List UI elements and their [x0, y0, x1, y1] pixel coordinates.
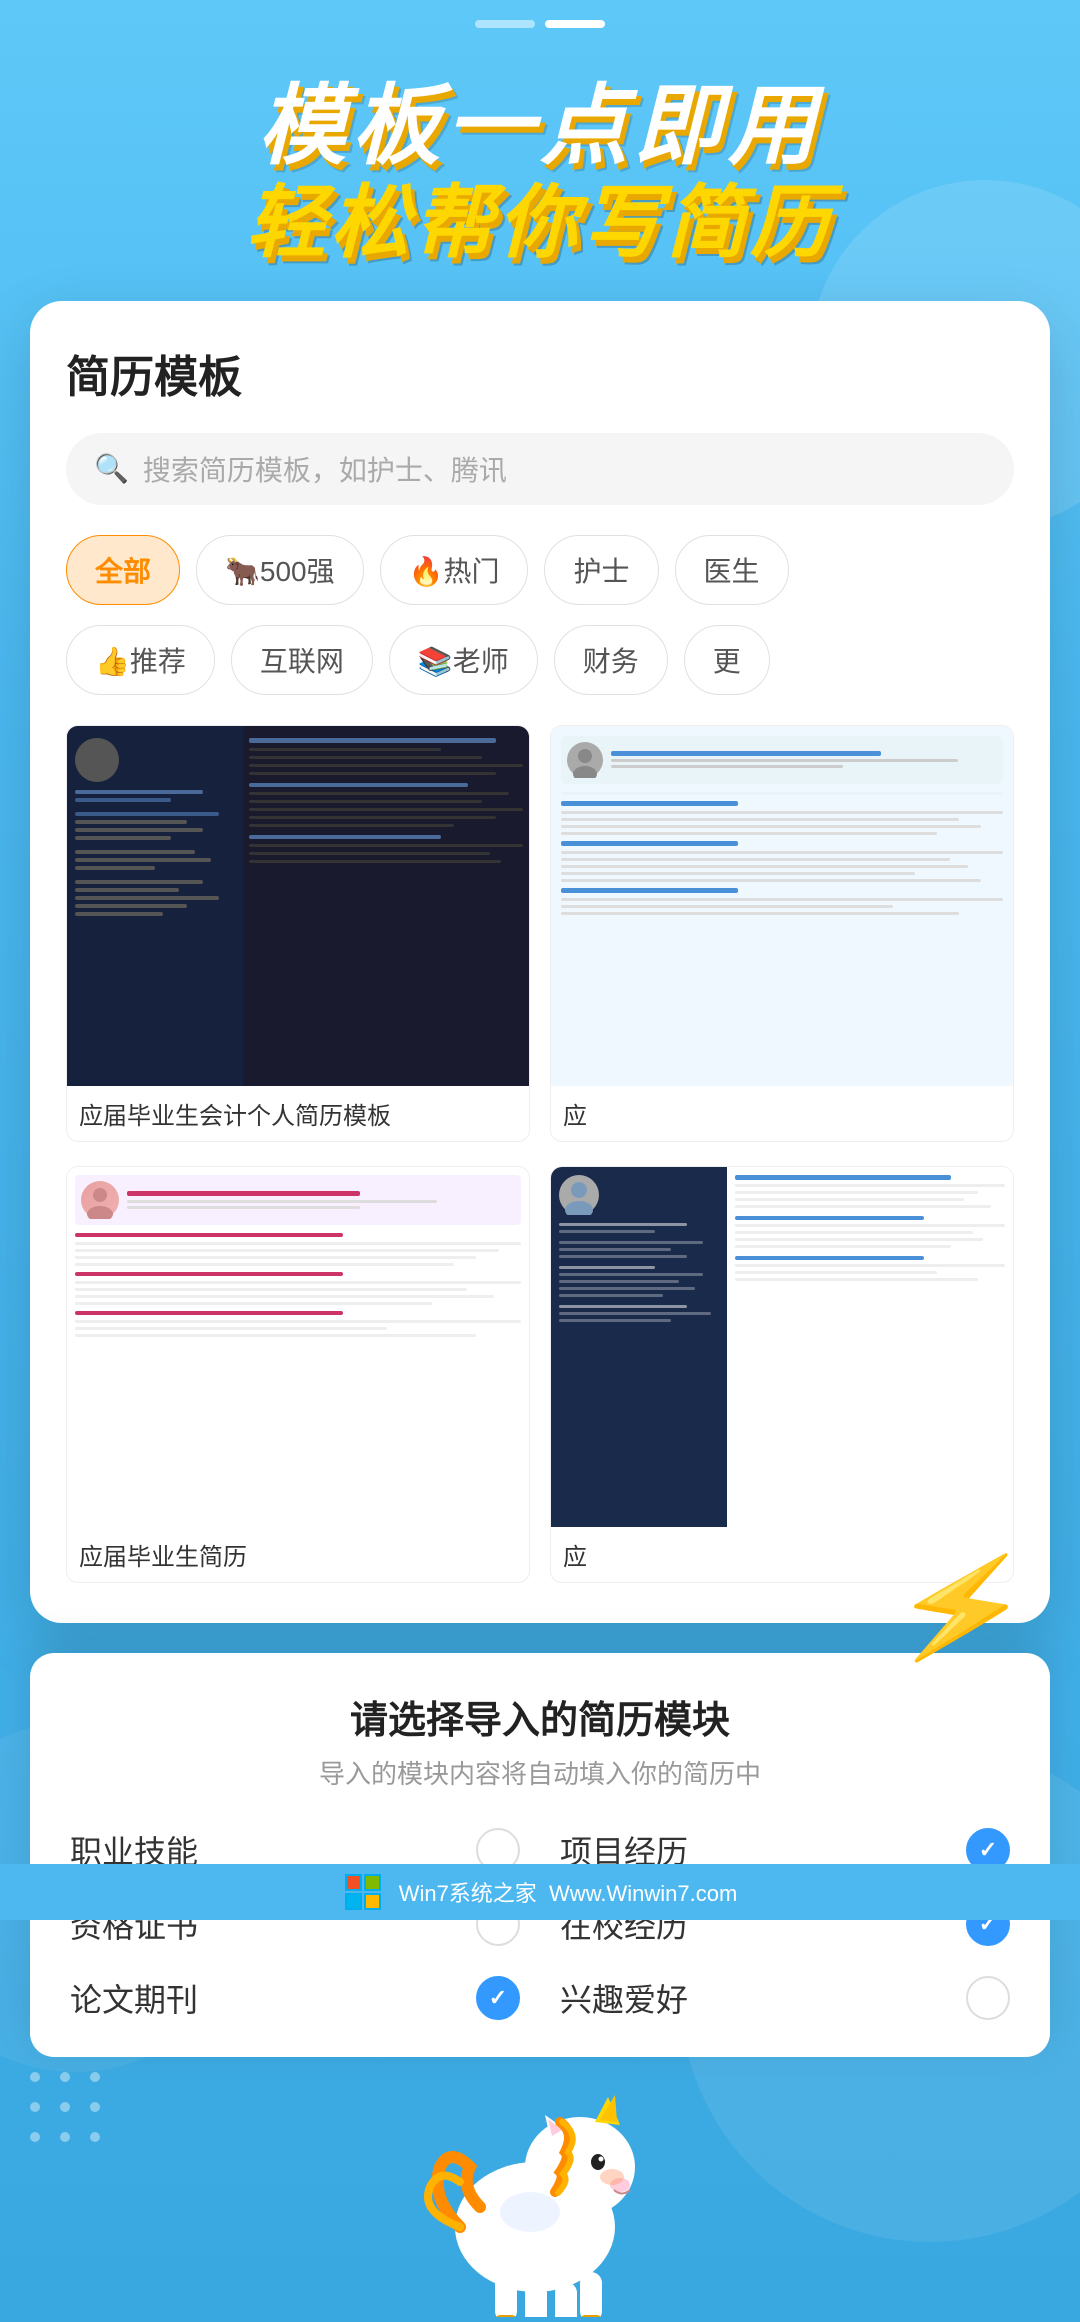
- search-placeholder: 搜索简历模板，如护士、腾讯: [143, 449, 507, 489]
- module-grid: 职业技能 项目经历 资格证书 在校经历 论文期刊: [70, 1827, 1010, 2021]
- template-preview-1: [67, 726, 529, 1086]
- template-name-3: 应届毕业生简历: [67, 1527, 529, 1582]
- t1-content: [243, 726, 529, 1086]
- module-label-hobby: 兴趣爱好: [560, 1975, 688, 2021]
- category-tabs-row2: 👍推荐 互联网 📚老师 财务 更: [66, 625, 1014, 695]
- t2-section2: [561, 841, 738, 846]
- t3-header: [75, 1175, 521, 1225]
- template-name-2: 应: [551, 1086, 1013, 1141]
- t2-section1: [561, 801, 738, 806]
- page-wrapper: 模板一点即用 轻松帮你写简历 简历模板 🔍 搜索简历模板，如护士、腾讯 全部 🐂…: [0, 0, 1080, 2322]
- category-tab-teacher[interactable]: 📚老师: [389, 625, 538, 695]
- t2-avatar: [567, 742, 603, 778]
- templates-grid-row1: 应届毕业生会计个人简历模板: [66, 725, 1014, 1142]
- template-card-1[interactable]: 应届毕业生会计个人简历模板: [66, 725, 530, 1142]
- category-tabs-row1: 全部 🐂500强 🔥热门 护士 医生: [66, 535, 1014, 605]
- header-title-line2: 轻松帮你写简历: [0, 175, 1080, 271]
- module-overlay-subtitle: 导入的模块内容将自动填入你的简历中: [70, 1754, 1010, 1791]
- card-title: 简历模板: [66, 341, 1014, 405]
- t4-avatar: [559, 1175, 599, 1215]
- category-tab-hot[interactable]: 🔥热门: [380, 535, 529, 605]
- category-tab-doctor[interactable]: 医生: [675, 535, 789, 605]
- watermark-text: Win7系统之家 Www.Winwin7.com: [399, 1876, 738, 1908]
- t1-avatar: [75, 738, 119, 782]
- template-preview-4: [551, 1167, 1013, 1527]
- template-card-3[interactable]: 应届毕业生简历: [66, 1166, 530, 1583]
- watermark-bar: Win7系统之家 Www.Winwin7.com: [0, 1864, 1080, 1920]
- category-tab-internet[interactable]: 互联网: [231, 625, 373, 695]
- template-preview-3: [67, 1167, 529, 1527]
- search-icon: 🔍: [94, 452, 129, 485]
- t2-divider: [561, 792, 1003, 795]
- win-icon: [343, 1872, 383, 1912]
- module-checkbox-paper[interactable]: [476, 1976, 520, 2020]
- template-card-4[interactable]: 应: [550, 1166, 1014, 1583]
- module-checkbox-hobby[interactable]: [966, 1976, 1010, 2020]
- header-title-line1: 模板一点即用: [0, 78, 1080, 175]
- lightning-icon: ⚡: [883, 1532, 1040, 1683]
- header-section: 模板一点即用 轻松帮你写简历: [0, 18, 1080, 301]
- category-tab-500[interactable]: 🐂500强: [196, 535, 364, 605]
- t1-sidebar: [67, 726, 243, 1086]
- overlay-wrapper: ⚡ 请选择导入的简历模块 导入的模块内容将自动填入你的简历中 职业技能 项目经历…: [0, 1653, 1080, 2057]
- templates-grid-row2: 应届毕业生简历: [66, 1166, 1014, 1583]
- module-overlay-title: 请选择导入的简历模块: [70, 1689, 1010, 1744]
- template-card-2[interactable]: 应: [550, 725, 1014, 1142]
- template-name-1: 应届毕业生会计个人简历模板: [67, 1086, 529, 1141]
- search-bar[interactable]: 🔍 搜索简历模板，如护士、腾讯: [66, 433, 1014, 505]
- t2-section3: [561, 888, 738, 893]
- module-item-hobby: 兴趣爱好: [560, 1975, 1010, 2021]
- t4-content: [727, 1167, 1013, 1527]
- module-item-paper: 论文期刊: [70, 1975, 520, 2021]
- module-label-paper: 论文期刊: [70, 1975, 198, 2021]
- module-overlay: 请选择导入的简历模块 导入的模块内容将自动填入你的简历中 职业技能 项目经历 资…: [30, 1653, 1050, 2057]
- t3-avatar: [81, 1181, 119, 1219]
- t2-header: [561, 736, 1003, 784]
- category-tab-recommend[interactable]: 👍推荐: [66, 625, 215, 695]
- t4-sidebar: [551, 1167, 727, 1527]
- category-tab-more[interactable]: 更: [684, 625, 770, 695]
- t2-header-text: [611, 751, 997, 768]
- category-tab-nurse[interactable]: 护士: [544, 535, 658, 605]
- category-tab-all[interactable]: 全部: [66, 535, 180, 605]
- unicorn-container: [0, 2037, 1080, 2322]
- category-tab-finance[interactable]: 财务: [554, 625, 668, 695]
- unicorn-figure: [380, 2037, 700, 2317]
- template-preview-2: [551, 726, 1013, 1086]
- main-card: 简历模板 🔍 搜索简历模板，如护士、腾讯 全部 🐂500强 🔥热门 护士 医生 …: [30, 301, 1050, 1623]
- templates-container: 应届毕业生会计个人简历模板: [66, 725, 1014, 1583]
